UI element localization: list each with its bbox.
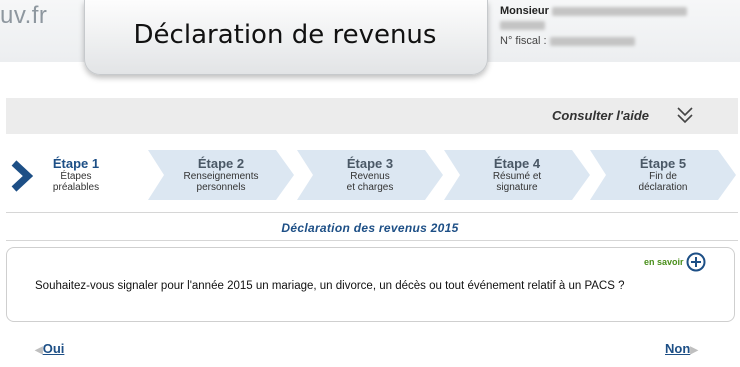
step-line2: préalables [52, 182, 100, 193]
fiscal-number: N° fiscal : [500, 35, 635, 47]
user-label: Monsieur [500, 5, 549, 17]
step-description: Étapes préalables [6, 171, 146, 193]
step-title: Étape 1 [52, 156, 100, 171]
step-title: Étape 2 [197, 156, 245, 171]
step-title: Étape 3 [346, 156, 394, 171]
left-triangle-icon: ◀ [35, 345, 43, 356]
step-title: Étape 4 [493, 156, 541, 171]
plus-circle-icon[interactable] [686, 252, 706, 272]
step-2: Étape 2 Renseignements personnels [148, 150, 294, 200]
page-title: Déclaration de revenus [133, 20, 437, 50]
yes-label[interactable]: Oui [43, 341, 65, 356]
yes-button[interactable]: ◀Oui [35, 341, 64, 356]
site-logo: uv.fr [0, 2, 48, 29]
step-line1: Renseignements [183, 171, 259, 182]
step-3: Étape 3 Revenus et charges [297, 150, 443, 200]
fiscal-label: N° fiscal : [500, 35, 547, 47]
step-4: Étape 4 Résumé et signature [444, 150, 590, 200]
step-title: Étape 5 [639, 156, 687, 171]
step-line1: Étapes [60, 171, 92, 182]
step-1: Étape 1 Étapes préalables [6, 150, 146, 200]
step-line1: Fin de [649, 171, 677, 182]
right-triangle-icon: ▶ [690, 345, 698, 356]
step-line1: Revenus [350, 171, 390, 182]
redacted-fiscal [549, 36, 635, 46]
step-line2: et charges [346, 182, 394, 193]
step-line1: Résumé et [492, 171, 542, 182]
help-label[interactable]: Consulter l'aide [552, 108, 649, 123]
step-description: Renseignements personnels [148, 171, 294, 193]
step-5: Étape 5 Fin de déclaration [590, 150, 736, 200]
user-info: Monsieur [500, 4, 687, 32]
no-label[interactable]: Non [665, 341, 690, 356]
step-line2: signature [496, 182, 538, 193]
double-chevron-down-icon[interactable] [675, 104, 695, 126]
no-button[interactable]: Non▶ [665, 341, 698, 356]
step-description: Fin de déclaration [590, 171, 736, 193]
learn-more-link[interactable]: en savoir [644, 257, 684, 267]
section-title: Déclaration des revenus 2015 [281, 221, 459, 235]
step-line2: déclaration [638, 182, 688, 193]
step-line2: personnels [196, 182, 246, 193]
divider [6, 212, 738, 213]
step-description: Résumé et signature [444, 171, 590, 193]
redacted-name-2 [500, 20, 545, 30]
question-text: Souhaitez-vous signaler pour l'année 201… [35, 280, 625, 292]
step-description: Revenus et charges [297, 171, 443, 193]
divider [6, 240, 738, 241]
redacted-name [551, 6, 687, 16]
